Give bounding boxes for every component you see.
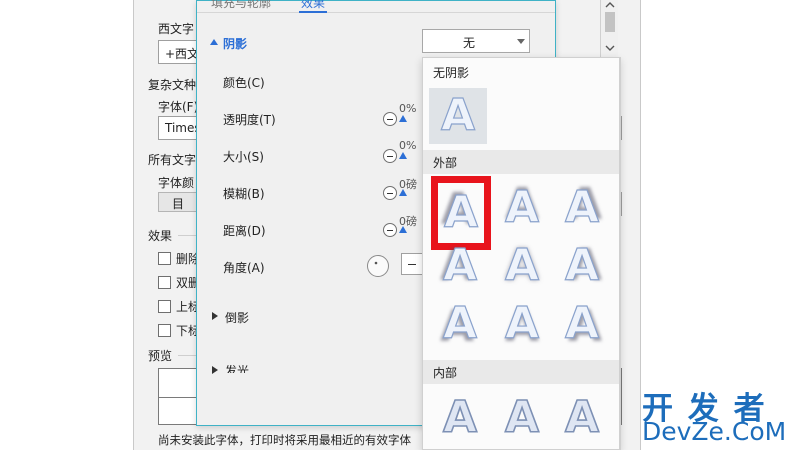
transparency-label: 透明度(T) <box>223 113 276 127</box>
outer-shadow-header: 外部 <box>423 150 619 174</box>
effects-divider <box>178 235 198 236</box>
transparency-slider-thumb[interactable] <box>399 115 407 122</box>
inner-shadow-header: 内部 <box>423 360 619 384</box>
outer-shadow-tile-3[interactable]: A <box>553 180 611 236</box>
angle-label: 角度(A) <box>223 261 265 275</box>
expand-triangle-icon[interactable] <box>209 37 219 47</box>
reflection-section-title[interactable]: 倒影 <box>225 309 249 326</box>
inner-shadow-tile-3[interactable]: A <box>553 390 611 446</box>
no-shadow-tile[interactable]: A <box>429 88 487 144</box>
letter-a-icon: A <box>442 392 478 443</box>
strikethrough-checkbox[interactable] <box>158 252 171 265</box>
inner-shadow-tile-1[interactable]: A <box>431 390 489 446</box>
shadow-section-title[interactable]: 阴影 <box>223 35 247 52</box>
inner-shadow-tile-2[interactable]: A <box>493 390 551 446</box>
collapsed-triangle-icon[interactable] <box>211 365 219 375</box>
missing-font-note: 尚未安装此字体，打印时将采用最相近的有效字体 <box>158 433 411 447</box>
effects-label: 效果 <box>148 229 173 243</box>
letter-a-icon: A <box>564 298 600 349</box>
collapsed-triangle-icon[interactable] <box>211 311 219 321</box>
letter-a-icon: A <box>564 240 600 291</box>
letter-a-icon: A <box>564 182 600 233</box>
outer-shadow-tile-5[interactable]: A <box>493 238 551 294</box>
site-watermark: 开 发 者 DevZe.CoM <box>640 383 796 446</box>
size-label: 大小(S) <box>223 150 264 164</box>
letter-a-icon: A <box>440 90 476 141</box>
transparency-value: 0% <box>399 102 417 115</box>
letter-a-icon: A <box>504 182 540 233</box>
size-value: 0% <box>399 139 417 152</box>
size-slider-thumb[interactable] <box>399 152 407 159</box>
outer-shadow-tile-8[interactable]: A <box>493 296 551 352</box>
preview-box <box>158 368 198 425</box>
tab-fill-outline[interactable]: 填充与轮廓 <box>211 0 271 11</box>
letter-a-icon: A <box>504 392 540 443</box>
blur-decrease-button[interactable] <box>383 186 397 200</box>
shadow-gallery: 无阴影 A 外部 A A A A A A A A A 内部 A A A <box>422 57 620 450</box>
letter-a-icon: A <box>443 187 479 238</box>
angle-decrease-button[interactable] <box>401 253 423 275</box>
shadow-preset-value: 无 <box>463 36 476 50</box>
letter-a-icon: A <box>442 298 478 349</box>
distance-slider-thumb[interactable] <box>399 226 407 233</box>
complex-script-label: 复杂文种 <box>148 78 197 92</box>
tab-effects[interactable]: 效果 <box>301 0 325 11</box>
size-decrease-button[interactable] <box>383 149 397 163</box>
watermark-line2: DevZe.CoM <box>642 417 787 446</box>
shadow-preset-select[interactable]: 无 <box>422 29 530 53</box>
preview-label: 预览 <box>148 349 173 363</box>
preview-divider <box>178 355 198 356</box>
glow-section-clip: 发光 <box>225 365 265 373</box>
chevron-down-icon <box>517 39 525 44</box>
color-label: 颜色(C) <box>223 76 265 90</box>
angle-dial-icon[interactable] <box>366 254 390 278</box>
outer-shadow-tile-6[interactable]: A <box>553 238 611 294</box>
scrollbar-arrows <box>605 2 615 51</box>
font-color-label: 字体颜 <box>158 176 195 190</box>
transparency-decrease-button[interactable] <box>383 112 397 126</box>
letter-a-icon: A <box>442 240 478 291</box>
font-list-scrollbar[interactable] <box>600 0 618 60</box>
outer-shadow-tile-2[interactable]: A <box>493 180 551 236</box>
blur-slider-thumb[interactable] <box>399 189 407 196</box>
tab-effects-underline <box>299 11 327 13</box>
glow-section-title[interactable]: 发光 <box>225 365 249 373</box>
tab-strip: 填充与轮廓 效果 <box>197 0 555 13</box>
font-label: 字体(F) <box>158 100 199 114</box>
superscript-checkbox[interactable] <box>158 300 171 313</box>
subscript-checkbox[interactable] <box>158 324 171 337</box>
letter-a-icon: A <box>504 240 540 291</box>
blur-label: 模糊(B) <box>223 187 265 201</box>
distance-label: 距离(D) <box>223 224 266 238</box>
outer-shadow-tile-9[interactable]: A <box>553 296 611 352</box>
letter-a-icon: A <box>504 298 540 349</box>
letter-a-icon: A <box>564 392 600 443</box>
outer-shadow-tile-4[interactable]: A <box>431 238 489 294</box>
outer-shadow-tile-7[interactable]: A <box>431 296 489 352</box>
font-color-button[interactable]: 目 <box>158 192 198 212</box>
western-font-label: 西文字 <box>158 22 195 36</box>
double-strikethrough-checkbox[interactable] <box>158 276 171 289</box>
gallery-border <box>620 57 621 450</box>
all-text-label: 所有文字 <box>148 153 197 167</box>
distance-decrease-button[interactable] <box>383 223 397 237</box>
no-shadow-header: 无阴影 <box>433 66 470 80</box>
